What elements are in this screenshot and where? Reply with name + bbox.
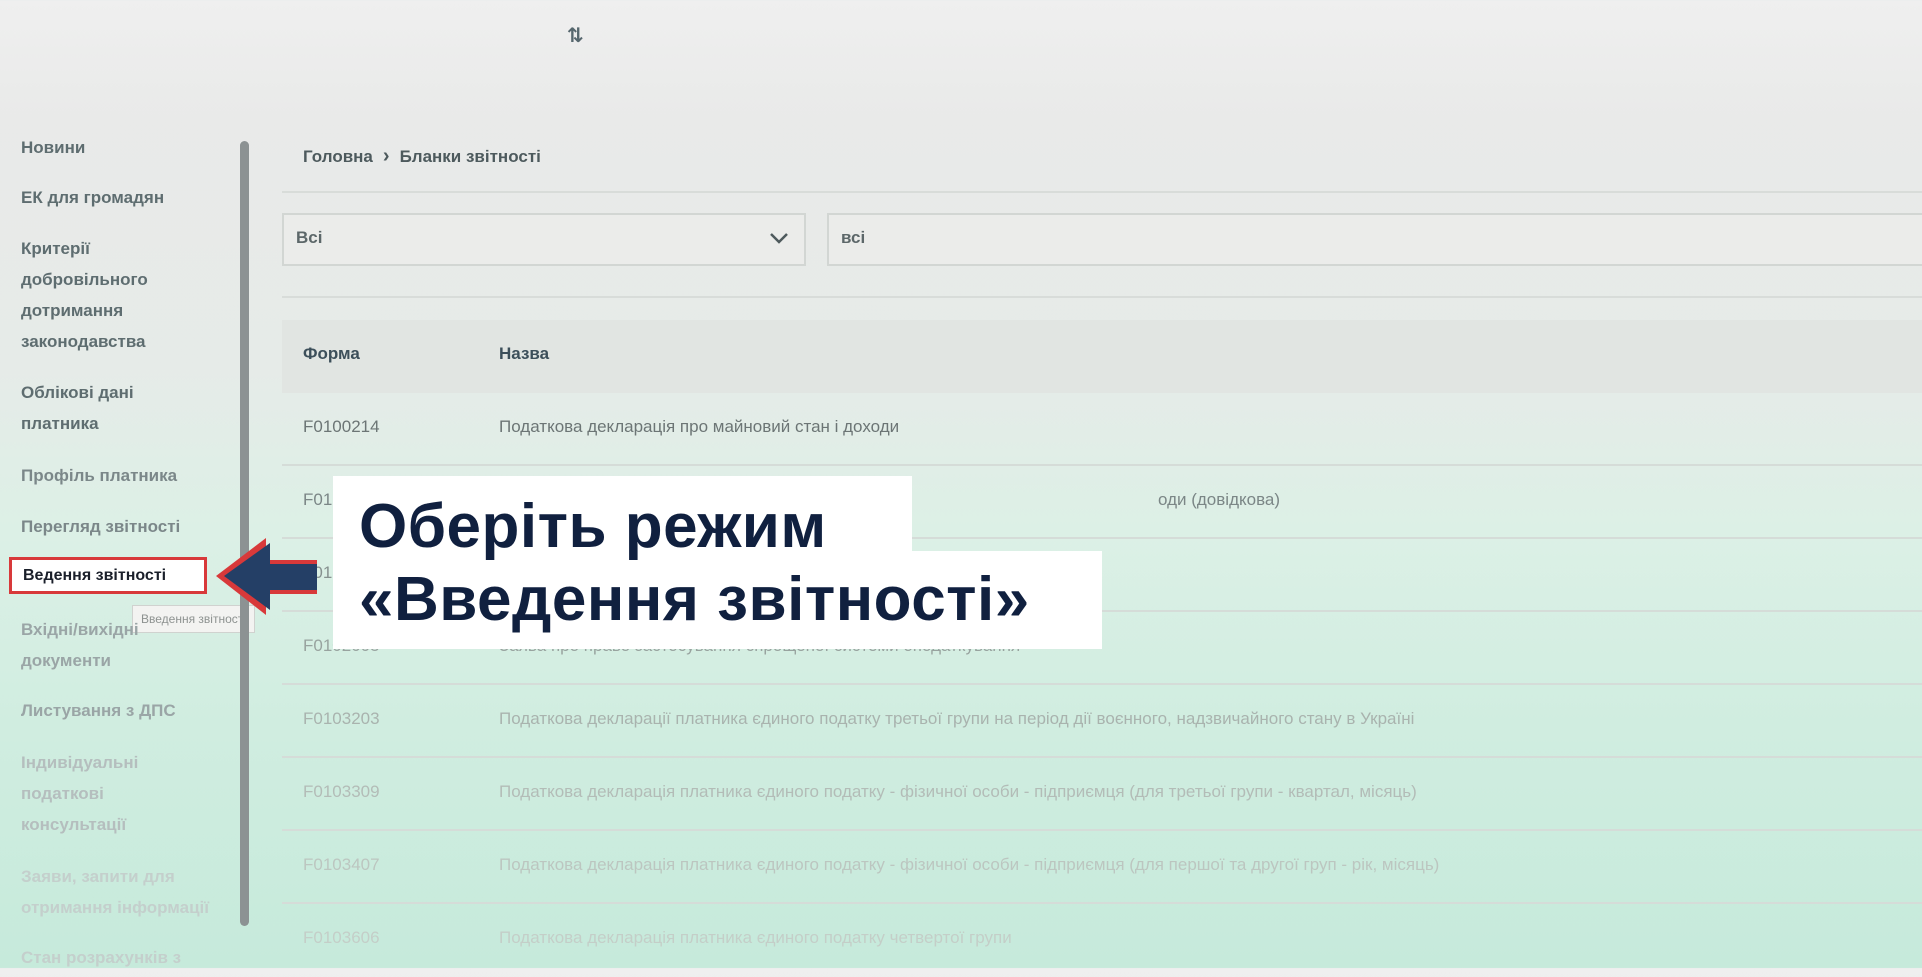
sidebar-item-ek-citizens[interactable]: ЕК для громадян (21, 182, 231, 213)
sidebar-item-consultations[interactable]: Індивідуальні податкові консультації (21, 747, 151, 840)
sidebar-item-view-reports[interactable]: Перегляд звітності (21, 511, 231, 542)
breadcrumb-current: Бланки звітності (399, 147, 541, 166)
table-row[interactable]: F0103407 Податкова декларація платника є… (282, 831, 1922, 904)
table-header: Форма Назва (282, 320, 1922, 393)
row-form-name: Податкова декларація платника єдиного по… (499, 855, 1440, 874)
sidebar-item-news[interactable]: Новини (21, 132, 231, 163)
row-form-code: F01 (303, 490, 333, 509)
sidebar-item-correspondence[interactable]: Листування з ДПС (21, 695, 231, 726)
breadcrumb: Головна › Бланки звітності (303, 143, 541, 170)
row-form-code: F0103309 (303, 782, 380, 801)
sidebar-item-settlements[interactable]: Стан розрахунків з (21, 942, 231, 973)
row-form-code: F0100214 (303, 417, 380, 436)
callout-line1: Оберіть режим (359, 492, 827, 561)
chevron-right-icon: › (382, 145, 390, 167)
row-form-name: Податкова декларація платника єдиного по… (499, 782, 1417, 801)
breadcrumb-home[interactable]: Головна (303, 147, 373, 166)
chevron-down-icon (770, 233, 788, 244)
sort-icon[interactable]: ⇅ (567, 23, 584, 48)
filters-divider (282, 296, 1922, 298)
row-form-code: F0103407 (303, 855, 380, 874)
category-select[interactable]: Всі (282, 213, 806, 266)
table-row[interactable]: F0103203 Податкова декларації платника є… (282, 685, 1922, 758)
callout-text: Оберіть режим «Введення звітності» (359, 490, 1030, 636)
row-form-name: оди (довідкова) (1158, 490, 1281, 509)
column-header-name[interactable]: Назва (499, 344, 549, 364)
table-row[interactable]: F0103606 Податкова декларація платника є… (282, 904, 1922, 977)
pointer-arrow-icon (216, 538, 317, 615)
row-form-code: F0103203 (303, 709, 380, 728)
table-row[interactable]: F0100214 Податкова декларація про майнов… (282, 393, 1922, 466)
column-header-form[interactable]: Форма (303, 344, 360, 364)
search-input-value: всі (841, 228, 866, 247)
row-form-name: Податкова декларації платника єдиного по… (499, 709, 1415, 728)
search-input[interactable]: всі (827, 213, 1922, 266)
row-form-name: Податкова декларація платника єдиного по… (499, 928, 1012, 947)
sidebar-item-requests[interactable]: Заяви, запити для отримання інформації (21, 861, 231, 923)
sidebar-item-documents[interactable]: Вхідні/вихідні документи (21, 614, 141, 676)
sidebar-item-manage-reports[interactable]: Ведення звітності (9, 557, 207, 594)
row-form-code: F0103606 (303, 928, 380, 947)
sidebar-item-taxpayer-data[interactable]: Облікові дані платника (21, 377, 171, 439)
category-select-value: Всі (296, 228, 323, 247)
sidebar-item-taxpayer-profile[interactable]: Профіль платника (21, 460, 231, 491)
sidebar-item-compliance-criteria[interactable]: Критерії добровільного дотримання законо… (21, 233, 171, 357)
callout-line2: «Введення звітності» (359, 565, 1030, 634)
row-form-name: Податкова декларація про майновий стан і… (499, 417, 900, 436)
table-row[interactable]: F0103309 Податкова декларація платника є… (282, 758, 1922, 831)
header-divider (282, 191, 1922, 193)
